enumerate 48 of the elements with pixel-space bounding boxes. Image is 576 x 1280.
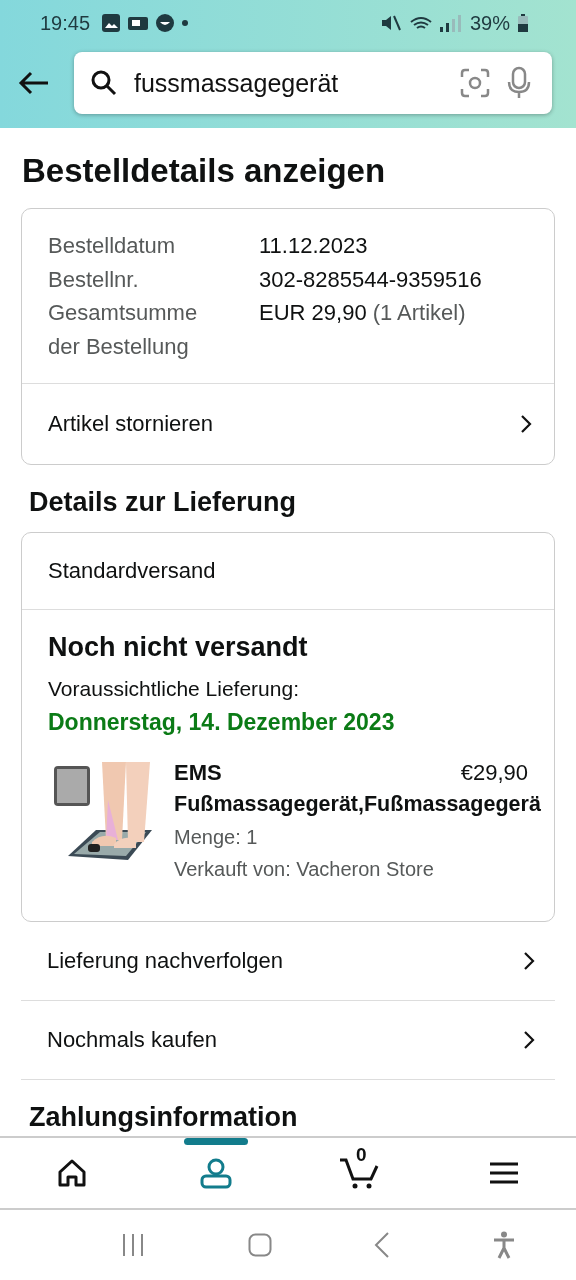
search-field[interactable]: fussmassagegerät [74,52,552,114]
delivery-date: Donnerstag, 14. Dezember 2023 [48,709,396,736]
chevron-right-icon [523,1030,535,1050]
order-value: 302-8285544-9359516 [259,266,482,292]
shipping-method: Standardversand [48,558,216,584]
action-link[interactable]: Nochmals kaufen [21,1001,555,1080]
menu-icon [489,1161,519,1185]
action-link[interactable]: Lieferung nachverfolgen [21,922,555,1001]
product-price: €29,90 [460,760,528,786]
product-title[interactable]: EMS [174,760,222,786]
accessibility-icon[interactable] [492,1231,515,1259]
page-title: Bestelldetails anzeigen [22,152,387,190]
seller: Verkauft von: Vacheron Store [174,858,435,881]
selected-tab-indicator [184,1138,248,1145]
section-heading: Zahlungsinformation [29,1102,299,1133]
item-count: (1 Artikel) [372,300,466,325]
cart-count: 0 [356,1144,367,1166]
quantity: Menge: 1 [174,826,259,849]
wifi-icon [409,16,432,30]
order-label: Gesamtsumme der Bestellung [48,299,199,361]
dot-icon [182,20,189,26]
cancel-items-link[interactable]: Artikel stornieren [22,383,554,464]
order-value: EUR 29,90 [259,300,367,325]
chevron-right-icon [520,414,532,434]
recent-apps-icon[interactable] [121,1233,146,1257]
shipment-status: Noch nicht versandt [48,632,309,663]
order-value: 11.12.2023 [259,233,368,258]
home-icon [57,1158,87,1188]
section-heading: Details zur Lieferung [29,487,298,518]
status-time: 19:45 [40,11,91,35]
expected-delivery-label: Voraussichtliche Lieferung: [48,677,300,701]
search-icon [90,69,118,97]
nav-tab[interactable]: 0 [288,1138,432,1208]
product-title[interactable]: Fußmassagegerät,Fußmassagegerä [174,792,576,817]
battery-level: 39% [469,11,510,35]
camera-scan-icon[interactable] [460,68,490,98]
person-icon [200,1157,232,1189]
chevron-right-icon [523,951,535,971]
mute-icon [381,15,402,31]
gallery-icon [102,14,121,32]
signal-icon [439,14,462,32]
order-label: Bestellnr. [48,265,140,294]
back-arrow-icon[interactable] [18,71,50,95]
microphone-icon[interactable] [506,66,532,100]
home-button-icon[interactable] [247,1233,272,1257]
back-icon[interactable] [374,1232,391,1258]
order-label: Bestelldatum [48,232,177,260]
battery-icon [518,14,528,32]
